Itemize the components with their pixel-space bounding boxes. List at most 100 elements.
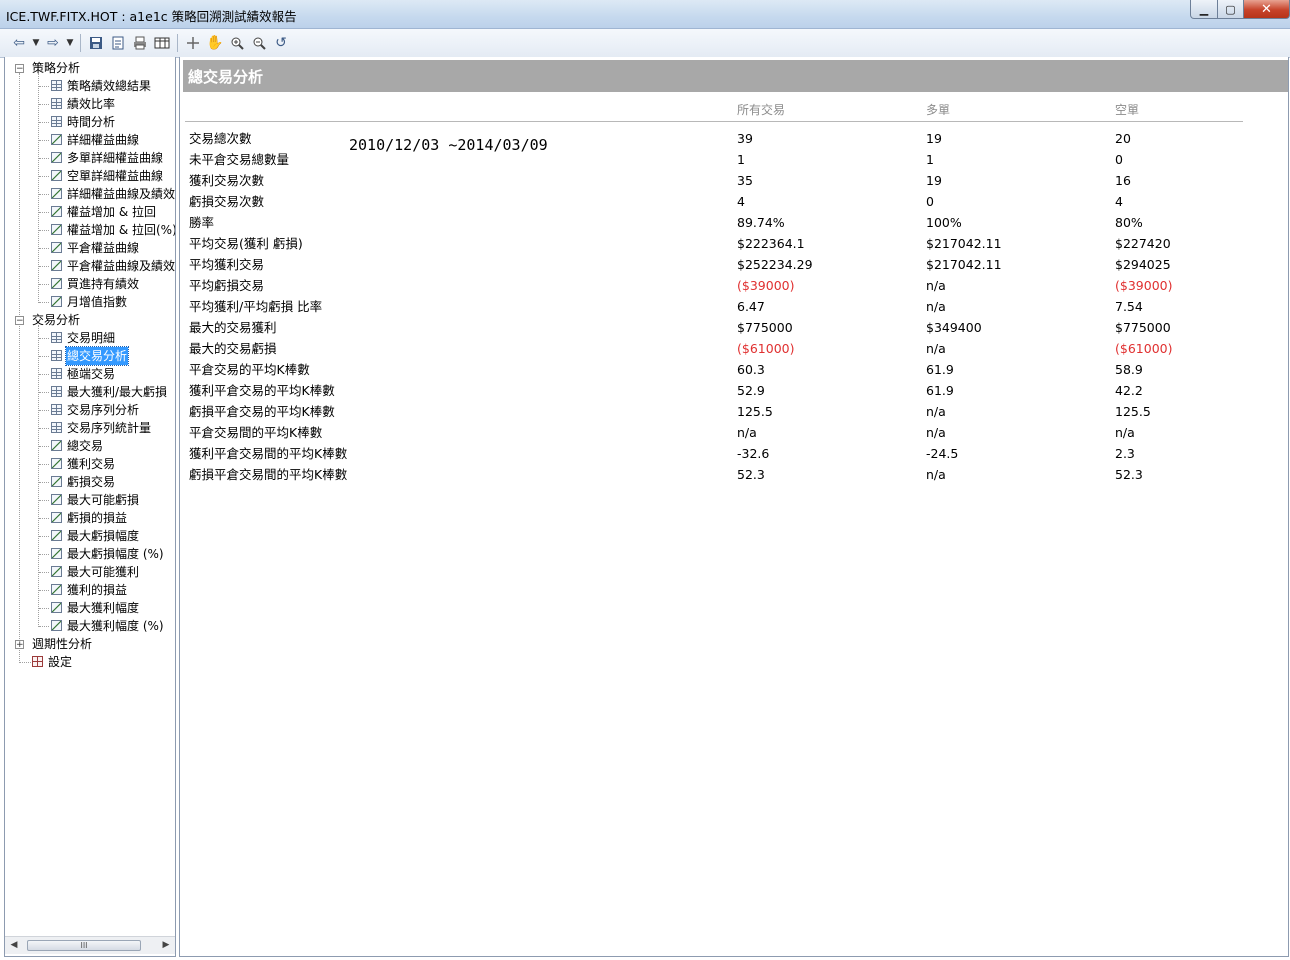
tree-item-label: 月增值指數: [67, 295, 128, 309]
tree-item[interactable]: 權益增加 & 拉回: [5, 203, 175, 221]
tree-group[interactable]: + 週期性分析: [5, 635, 175, 653]
tree-item-label: 獲利交易: [67, 457, 116, 471]
grid-icon: [51, 422, 62, 433]
stat-label: 平均交易(獲利 虧損): [189, 236, 303, 251]
scroll-right-icon[interactable]: ▶: [160, 939, 172, 952]
tree-item[interactable]: 獲利交易: [5, 455, 175, 473]
reset-zoom-icon[interactable]: ↺: [270, 32, 292, 54]
tree-item[interactable]: 獲利的損益: [5, 581, 175, 599]
tree-item[interactable]: 最大虧損幅度 (%): [5, 545, 175, 563]
tree-horizontal-scrollbar[interactable]: ◀ III ▶: [5, 936, 175, 954]
section-header: 總交易分析: [183, 60, 1288, 92]
tree-connector: [39, 500, 49, 502]
tree-item[interactable]: 交易序列分析: [5, 401, 175, 419]
tree-item-label: 總交易: [67, 439, 104, 453]
tree-item-label: 績效比率: [67, 97, 116, 111]
tree-item[interactable]: 詳細權益曲線及績效: [5, 185, 175, 203]
tree-item[interactable]: 最大虧損幅度: [5, 527, 175, 545]
tree-item[interactable]: 交易序列統計量: [5, 419, 175, 437]
tree-connector: [39, 572, 49, 574]
crosshair-icon[interactable]: [182, 32, 204, 54]
column-header-long: 多單: [926, 103, 951, 117]
table-view-icon[interactable]: [151, 32, 173, 54]
tree-item[interactable]: 交易明細: [5, 329, 175, 347]
tree-item[interactable]: 最大獲利/最大虧損: [5, 383, 175, 401]
tree-item[interactable]: 月增值指數: [5, 293, 175, 311]
back-dropdown-icon[interactable]: ▼: [30, 32, 42, 54]
stat-label: 獲利平倉交易間的平均K棒數: [189, 446, 348, 461]
tree-group-label: 設定: [48, 655, 73, 669]
collapse-icon[interactable]: −: [15, 64, 24, 74]
zoom-in-icon[interactable]: [226, 32, 248, 54]
tree-connector: [39, 338, 49, 340]
tree-item[interactable]: 最大可能虧損: [5, 491, 175, 509]
stat-value-all: 6.47: [737, 299, 765, 314]
navigation-tree: − 策略分析策略績效總結果 績效比率時間分析 詳細權益曲線 多單詳細權益曲線空單詳細權益…: [4, 57, 176, 957]
zoom-out-icon[interactable]: [248, 32, 270, 54]
tree-group[interactable]: − 策略分析: [5, 59, 175, 77]
header-divider: [185, 121, 1243, 122]
tree-connector: [39, 482, 49, 484]
tree-item-label: 虧損交易: [67, 475, 116, 489]
forward-icon[interactable]: ⇨: [42, 32, 64, 54]
save-icon[interactable]: [85, 32, 107, 54]
tree-item[interactable]: 虧損的損益: [5, 509, 175, 527]
tree-item[interactable]: 績效比率: [5, 95, 175, 113]
grid-icon: [51, 332, 62, 343]
tree-item[interactable]: 權益增加 & 拉回(%): [5, 221, 175, 239]
close-button[interactable]: ✕: [1244, 0, 1290, 19]
tree-item-label: 最大虧損幅度: [67, 529, 140, 543]
collapse-icon[interactable]: −: [15, 316, 24, 326]
tree-item[interactable]: 多單詳細權益曲線: [5, 149, 175, 167]
chart-icon: [51, 512, 62, 523]
tree-item[interactable]: 平倉權益曲線及績效: [5, 257, 175, 275]
chart-icon: [51, 602, 62, 613]
tree-item-label: 最大可能獲利: [67, 565, 140, 579]
maximize-button[interactable]: ▢: [1218, 0, 1244, 19]
chart-icon: [51, 548, 62, 559]
expand-icon[interactable]: +: [15, 640, 24, 650]
back-icon[interactable]: ⇦: [8, 32, 30, 54]
tree-connector: [39, 536, 49, 538]
tree-item[interactable]: 極端交易: [5, 365, 175, 383]
tree-connector: [39, 518, 49, 520]
print-icon[interactable]: [129, 32, 151, 54]
stat-value-all: 39: [737, 131, 753, 146]
chart-icon: [51, 170, 62, 181]
tree-item[interactable]: 詳細權益曲線: [5, 131, 175, 149]
tree-group[interactable]: − 交易分析: [5, 311, 175, 329]
tree-connector: [39, 410, 49, 412]
pan-hand-icon[interactable]: ✋: [204, 32, 226, 54]
tree-item[interactable]: 最大獲利幅度: [5, 599, 175, 617]
grid-icon: [51, 350, 62, 361]
tree-item[interactable]: 買進持有績效: [5, 275, 175, 293]
tree-item[interactable]: 總交易: [5, 437, 175, 455]
export-icon[interactable]: [107, 32, 129, 54]
report-panel: [179, 57, 1289, 957]
tree-item[interactable]: 最大獲利幅度 (%): [5, 617, 175, 635]
tree-item[interactable]: 總交易分析: [5, 346, 175, 366]
tree-item[interactable]: 平倉權益曲線: [5, 239, 175, 257]
tree-item[interactable]: 策略績效總結果: [5, 77, 175, 95]
tree-item-label: 虧損的損益: [67, 511, 128, 525]
stat-value-short: $775000: [1115, 320, 1171, 335]
scroll-left-icon[interactable]: ◀: [8, 939, 20, 952]
tree-item[interactable]: 時間分析: [5, 113, 175, 131]
grid-icon: [51, 98, 62, 109]
stat-label: 平倉交易的平均K棒數: [189, 362, 310, 377]
tree-group[interactable]: 設定: [5, 653, 175, 671]
tree-item[interactable]: 最大可能獲利: [5, 563, 175, 581]
title-bar: ICE.TWF.FITX.HOT : a1e1c 策略回溯測試績效報告 ▁ ▢ …: [0, 0, 1290, 29]
stat-value-long: $217042.11: [926, 236, 1002, 251]
tree-item[interactable]: 虧損交易: [5, 473, 175, 491]
tree-item-label: 空單詳細權益曲線: [67, 169, 164, 183]
tree-item-label: 最大獲利/最大虧損: [67, 385, 168, 399]
scroll-thumb[interactable]: III: [27, 940, 141, 951]
forward-dropdown-icon[interactable]: ▼: [64, 32, 76, 54]
minimize-button[interactable]: ▁: [1190, 0, 1218, 19]
tree-connector: [39, 374, 49, 376]
stat-label: 虧損交易次數: [189, 194, 265, 209]
tree-item-label: 策略績效總結果: [67, 79, 152, 93]
tree-item[interactable]: 空單詳細權益曲線: [5, 167, 175, 185]
stat-value-long: n/a: [926, 404, 946, 419]
